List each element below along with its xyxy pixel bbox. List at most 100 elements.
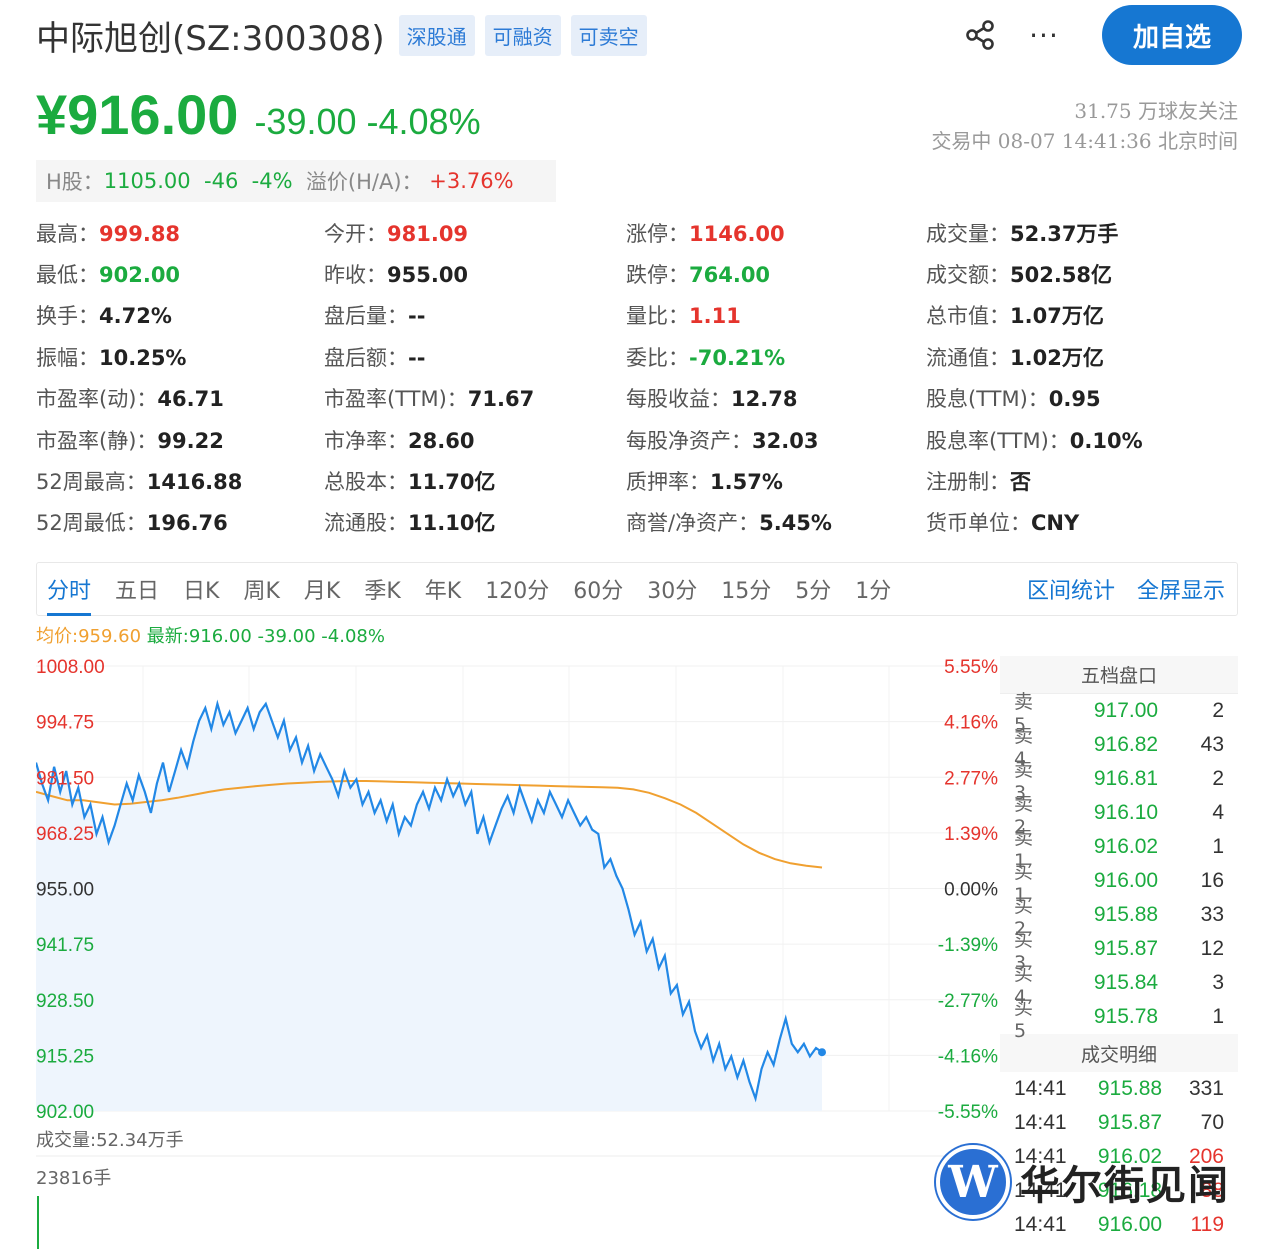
quote-cell: 委比：-70.21% bbox=[626, 342, 926, 372]
y-axis-left-label: 928.50 bbox=[36, 991, 94, 1012]
quote-key: 最低： bbox=[36, 263, 99, 288]
tag-hk-connect[interactable]: 深股通 bbox=[398, 14, 475, 56]
tag-short[interactable]: 可卖空 bbox=[570, 14, 647, 56]
quote-row: 换手：4.72% 盘后量：-- 量比：1.11 总市值：1.07万亿 bbox=[36, 295, 1242, 336]
order-volume: 1 bbox=[1212, 835, 1224, 858]
quote-cell: 市净率：28.60 bbox=[324, 425, 626, 455]
trade-volume: 331 bbox=[1188, 1077, 1224, 1100]
fullscreen-link[interactable]: 全屏显示 bbox=[1137, 573, 1225, 605]
h-share-change: -46 bbox=[204, 169, 239, 193]
quote-row: 市盈率(动)：46.71 市盈率(TTM)：71.67 每股收益：12.78 股息(T… bbox=[36, 378, 1242, 419]
y-axis-right-label: -1.39% bbox=[938, 935, 998, 956]
quote-row: 最高：999.88 今开：981.09 涨停：1146.00 成交量：52.37万手 bbox=[36, 212, 1242, 253]
y-axis-left-label: 968.25 bbox=[36, 824, 94, 845]
quote-row: 最低：902.00 昨收：955.00 跌停：764.00 成交额：502.58亿 bbox=[36, 253, 1242, 294]
quote-cell: 流通股：11.10亿 bbox=[324, 507, 626, 537]
y-axis-left-label: 941.75 bbox=[36, 935, 94, 956]
quote-key: 市盈率(静)： bbox=[36, 428, 158, 453]
trade-status: 交易中 08-07 14:41:36 北京时间 bbox=[931, 129, 1238, 153]
quote-value: 4.72% bbox=[99, 304, 172, 329]
tab-period[interactable]: 年K bbox=[425, 562, 461, 616]
quote-key: 货币单位： bbox=[926, 511, 1031, 536]
quote-key: 昨收： bbox=[324, 263, 387, 288]
tab-period[interactable]: 1分 bbox=[855, 562, 891, 616]
range-stats-link[interactable]: 区间统计 bbox=[1027, 573, 1115, 605]
tab-period[interactable]: 月K bbox=[304, 562, 340, 616]
tab-period[interactable]: 5分 bbox=[795, 562, 831, 616]
quote-cell: 每股净资产：32.03 bbox=[626, 425, 926, 455]
quote-key: 成交量： bbox=[926, 221, 1010, 246]
more-icon[interactable]: ··· bbox=[1024, 15, 1064, 55]
quote-key: 总股本： bbox=[324, 470, 408, 495]
order-price: 915.78 bbox=[1093, 1005, 1159, 1028]
y-axis-right-label: 2.77% bbox=[944, 768, 998, 789]
quote-value: 99.22 bbox=[157, 428, 224, 453]
quote-key: 注册制： bbox=[926, 470, 1010, 495]
quote-value: 0.95 bbox=[1048, 387, 1101, 412]
tab-period[interactable]: 60分 bbox=[573, 562, 623, 616]
quote-cell: 市盈率(静)：99.22 bbox=[36, 425, 324, 455]
quote-cell: 总市值：1.07万亿 bbox=[926, 300, 1242, 330]
quote-key: 换手： bbox=[36, 304, 99, 329]
price-row: ¥916.00 -39.00 -4.08% bbox=[36, 82, 481, 147]
quote-cell: 盘后量：-- bbox=[324, 300, 626, 330]
quote-key: 市盈率(TTM)： bbox=[324, 387, 468, 412]
stock-tags: 深股通 可融资 可卖空 bbox=[398, 14, 647, 56]
quote-key: 市净率： bbox=[324, 428, 408, 453]
quote-value: 1.57% bbox=[710, 470, 783, 495]
quote-cell: 市盈率(动)：46.71 bbox=[36, 383, 324, 413]
quote-value: 1.02万亿 bbox=[1010, 345, 1104, 370]
quote-key: 涨停： bbox=[626, 221, 689, 246]
quote-value: 502.58亿 bbox=[1010, 263, 1113, 288]
quote-value: 1416.88 bbox=[146, 470, 243, 495]
tab-period[interactable]: 30分 bbox=[647, 562, 697, 616]
quote-key: 跌停： bbox=[626, 263, 689, 288]
tab-period[interactable]: 周K bbox=[243, 562, 279, 616]
trade-time: 14:41 bbox=[1014, 1111, 1067, 1134]
quote-cell: 总股本：11.70亿 bbox=[324, 466, 626, 496]
y-axis-right-label: 5.55% bbox=[944, 657, 998, 678]
quote-key: 委比： bbox=[626, 345, 689, 370]
tab-period[interactable]: 季K bbox=[364, 562, 400, 616]
volume-axis-label: 23816手 bbox=[36, 1168, 111, 1189]
legend-last-price: 最新:916.00 -39.00 -4.08% bbox=[146, 626, 385, 647]
quote-value: 764.00 bbox=[689, 263, 771, 288]
y-axis-left-label: 1008.00 bbox=[36, 657, 105, 678]
order-volume: 4 bbox=[1212, 801, 1224, 824]
quote-key: 流通股： bbox=[324, 511, 408, 536]
tab-period[interactable]: 分时 bbox=[47, 562, 92, 616]
price-area bbox=[36, 703, 822, 1111]
tab-period[interactable]: 120分 bbox=[485, 562, 549, 616]
y-axis-right-label: -2.77% bbox=[938, 991, 998, 1012]
tab-period[interactable]: 日K bbox=[183, 562, 219, 616]
add-watchlist-button[interactable]: 加自选 bbox=[1102, 5, 1242, 65]
quote-cell: 量比：1.11 bbox=[626, 300, 926, 330]
quote-value: -70.21% bbox=[689, 345, 786, 370]
quote-grid: 最高：999.88 今开：981.09 涨停：1146.00 成交量：52.37万手最… bbox=[36, 212, 1242, 543]
price-change: -39.00 -4.08% bbox=[254, 101, 481, 142]
tab-period[interactable]: 15分 bbox=[721, 562, 771, 616]
y-axis-right-label: -4.16% bbox=[938, 1046, 998, 1067]
quote-key: 商誉/净资产： bbox=[626, 511, 760, 536]
y-axis-left-label: 994.75 bbox=[36, 713, 94, 734]
h-share-pct: -4% bbox=[251, 169, 293, 193]
quote-cell: 股息(TTM)：0.95 bbox=[926, 383, 1242, 413]
trade-price: 915.88 bbox=[1097, 1077, 1163, 1100]
order-level-label: 买5 bbox=[1014, 996, 1034, 1042]
quote-row: 振幅：10.25% 盘后额：-- 委比：-70.21% 流通值：1.02万亿 bbox=[36, 336, 1242, 377]
trade-row: 14:41 915.88 331 bbox=[1000, 1072, 1238, 1106]
quote-key: 今开： bbox=[324, 221, 387, 246]
quote-key: 质押率： bbox=[626, 470, 710, 495]
tab-period[interactable]: 五日 bbox=[115, 562, 159, 616]
y-axis-left-label: 981.50 bbox=[36, 768, 94, 789]
quote-key: 盘后额： bbox=[324, 345, 408, 370]
quote-key: 52周最高： bbox=[36, 470, 147, 495]
quote-value: 196.76 bbox=[146, 511, 228, 536]
quote-cell: 52周最高：1416.88 bbox=[36, 466, 324, 496]
premium-label: 溢价(H/A)： bbox=[305, 170, 423, 194]
tag-margin[interactable]: 可融资 bbox=[484, 14, 561, 56]
quote-cell: 注册制：否 bbox=[926, 466, 1242, 496]
share-icon[interactable] bbox=[960, 15, 1000, 55]
order-volume: 1 bbox=[1212, 1005, 1224, 1028]
quote-row: 52周最高：1416.88 总股本：11.70亿 质押率：1.57% 注册制：否 bbox=[36, 460, 1242, 501]
